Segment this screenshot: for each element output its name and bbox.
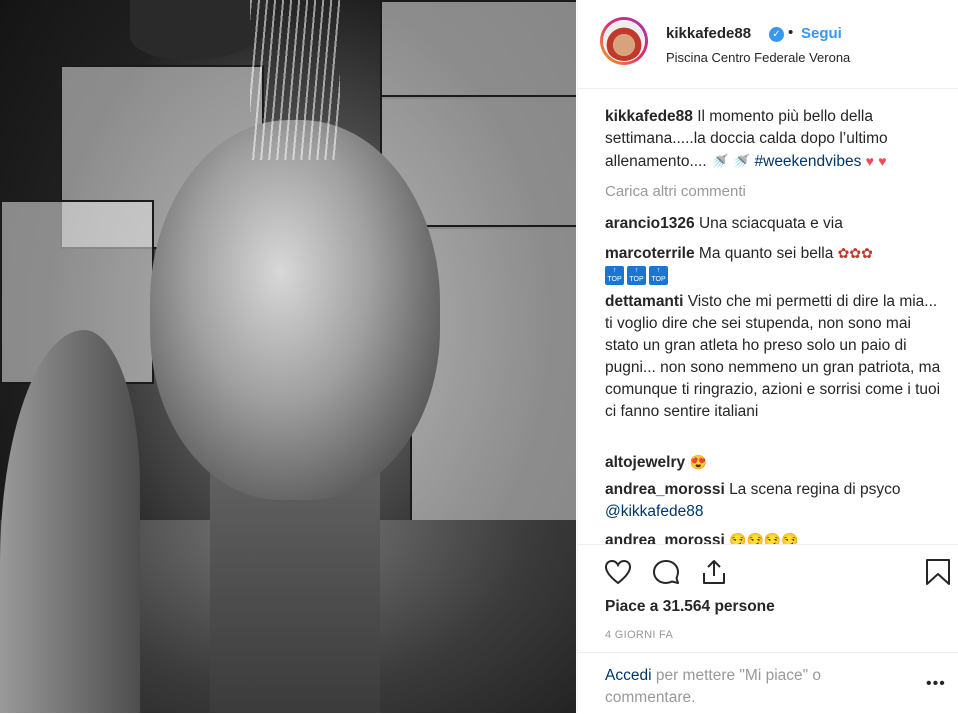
shower-water (250, 0, 340, 160)
hashtag-link[interactable]: #weekendvibes (755, 153, 862, 170)
avatar-image (603, 20, 645, 62)
post-header: kikkafede88 ✓ • Segui Piscina Centro Fed… (578, 0, 958, 89)
comment-username[interactable]: marcoterrile (605, 245, 695, 262)
comment-item: arancio1326 Una sciacquata e via (605, 213, 945, 235)
post-time[interactable]: 4 GIORNI FA (605, 629, 673, 641)
comment-item: andrea_morossi 😏😏😏😏 (605, 529, 945, 544)
person-in-shower-emoji-icon: 🚿 (732, 153, 751, 169)
comment-text: La scena regina di psyco (729, 481, 901, 498)
comment-text: Una sciacquata e via (698, 215, 843, 232)
top-arrow-emoji-icon: ↑ TOP (649, 266, 668, 286)
comment-username[interactable]: dettamanti (605, 293, 683, 310)
location-link[interactable]: Piscina Centro Federale Verona (666, 50, 850, 65)
wall-tile (380, 0, 576, 99)
likes-count[interactable]: Piace a 31.564 persone (605, 598, 775, 616)
login-link[interactable]: Accedi (605, 667, 652, 684)
heart-emoji-icon: ♥ (865, 153, 874, 169)
load-more-comments[interactable]: Carica altri commenti (605, 183, 746, 200)
heart-icon[interactable] (603, 557, 633, 587)
heart-emoji-icon: ♥ (878, 153, 887, 169)
comment-username[interactable]: arancio1326 (605, 215, 695, 232)
bookmark-icon[interactable] (923, 557, 953, 587)
arm (0, 330, 140, 713)
face (150, 120, 440, 500)
smirk-emoji-icon: 😏😏😏😏 (729, 532, 799, 544)
verified-icon: ✓ (769, 27, 784, 42)
post-username[interactable]: kikkafede88 (666, 25, 751, 42)
comment-item: marcoterrile Ma quanto sei bella ✿✿✿ ↑ TO… (605, 242, 945, 287)
top-arrow-emoji-icon: ↑ TOP (605, 266, 624, 286)
post-caption: kikkafede88 Il momento più bello della s… (605, 106, 945, 173)
comment-username[interactable]: altojewelry (605, 454, 685, 471)
share-icon[interactable] (699, 557, 729, 587)
action-bar (578, 544, 958, 595)
comment-item: altojewelry 😍 (605, 451, 945, 474)
comment-text: Ma quanto sei bella (698, 245, 834, 262)
person-in-shower-emoji-icon: 🚿 (711, 153, 729, 169)
caption-username[interactable]: kikkafede88 (605, 108, 693, 125)
top-arrow-emoji-icon: ↑ TOP (627, 266, 646, 286)
comment-item: andrea_morossi La scena regina di psyco … (605, 479, 945, 523)
hand (130, 0, 270, 60)
mention-link[interactable]: @kikkafede88 (605, 503, 703, 520)
rose-emoji-icon: ✿✿✿ (837, 245, 873, 261)
comment-icon[interactable] (651, 557, 681, 587)
separator-dot: • (788, 24, 794, 41)
login-bar: Accedi per mettere "Mi piace" o commenta… (578, 652, 958, 714)
avatar[interactable] (600, 17, 648, 65)
post-photo[interactable] (0, 0, 576, 713)
comments-list[interactable]: kikkafede88 Il momento più bello della s… (578, 96, 958, 544)
comment-text: Visto che mi permetti di dire la mia... … (605, 293, 941, 420)
follow-button[interactable]: Segui (801, 25, 842, 42)
post-sidebar: kikkafede88 ✓ • Segui Piscina Centro Fed… (577, 0, 958, 713)
comment-username[interactable]: andrea_morossi (605, 481, 725, 498)
heart-eyes-emoji-icon: 😍 (689, 454, 707, 470)
comment-username[interactable]: andrea_morossi (605, 532, 725, 544)
login-prompt: Accedi per mettere "Mi piace" o commenta… (605, 665, 895, 709)
comment-item: dettamanti Visto che mi permetti di dire… (605, 291, 945, 423)
more-options-icon[interactable]: ••• (926, 675, 946, 693)
